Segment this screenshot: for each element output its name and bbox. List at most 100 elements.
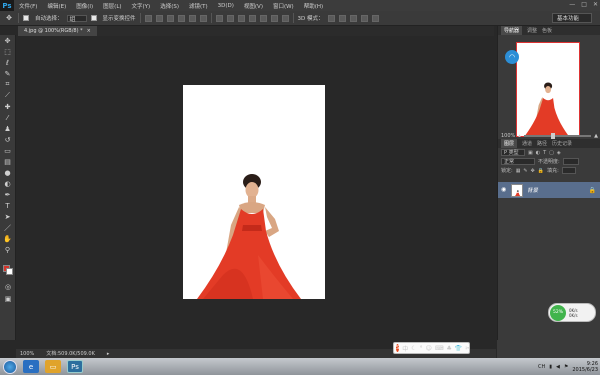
distribute-vcenter-icon[interactable] <box>226 14 234 22</box>
tab-history[interactable]: 历史记录 <box>552 140 572 147</box>
explorer-taskbar-icon[interactable]: ▭ <box>45 360 61 373</box>
filter-pixel-icon[interactable]: ▣ <box>528 150 533 156</box>
3d-rotate-icon[interactable] <box>327 14 335 22</box>
auto-select-checkbox[interactable] <box>23 15 29 21</box>
layer-name[interactable]: 背景 <box>527 186 538 194</box>
menu-file[interactable]: 文件(F) <box>14 2 42 10</box>
filter-type-icon[interactable]: T <box>543 150 546 156</box>
distribute-right-icon[interactable] <box>270 14 278 22</box>
menu-filter[interactable]: 滤镜(T) <box>184 2 213 10</box>
distribute-left-icon[interactable] <box>248 14 256 22</box>
align-vcenter-icon[interactable] <box>155 14 163 22</box>
menu-3d[interactable]: 3D(D) <box>213 3 239 9</box>
menu-type[interactable]: 文字(Y) <box>127 2 156 10</box>
3d-pan-icon[interactable] <box>349 14 357 22</box>
3d-slide-icon[interactable] <box>360 14 368 22</box>
menu-help[interactable]: 帮助(H) <box>299 2 328 10</box>
opacity-field[interactable] <box>562 158 579 165</box>
start-button[interactable] <box>3 359 17 374</box>
layer-filter-dropdown[interactable]: P 类型 <box>501 149 525 156</box>
tab-swatches[interactable]: 色板 <box>542 27 552 34</box>
filter-adjust-icon[interactable]: ◐ <box>536 150 540 156</box>
menu-select[interactable]: 选择(S) <box>155 2 184 10</box>
screen-mode-icon[interactable]: ▣ <box>3 294 13 303</box>
line-tool-icon[interactable]: ／ <box>3 223 13 232</box>
distribute-hcenter-icon[interactable] <box>259 14 267 22</box>
document-size[interactable]: 文档:509.0K/509.0K <box>46 350 95 357</box>
hand-tool-icon[interactable]: ✋ <box>3 234 13 243</box>
gradient-tool-icon[interactable]: ▤ <box>3 157 13 166</box>
background-color-swatch[interactable] <box>6 268 13 275</box>
document-canvas[interactable] <box>183 85 325 299</box>
blend-mode-dropdown[interactable]: 正常 <box>501 158 535 165</box>
ime-tools-icon[interactable]: ✂ <box>465 345 470 352</box>
crop-tool-icon[interactable]: ⌗ <box>3 80 13 89</box>
tab-channels[interactable]: 通道 <box>522 140 532 147</box>
align-hcenter-icon[interactable] <box>188 14 196 22</box>
zoom-tool-icon[interactable]: ⚲ <box>3 245 13 254</box>
3d-scale-icon[interactable] <box>371 14 379 22</box>
close-button[interactable]: ✕ <box>593 1 598 8</box>
tray-volume-icon[interactable]: ◀ <box>556 364 560 370</box>
align-bottom-icon[interactable] <box>166 14 174 22</box>
brush-tool-icon[interactable]: ⁄ <box>3 113 13 122</box>
ime-punct-icon[interactable]: ° <box>420 345 423 352</box>
status-arrow-icon[interactable]: ▸ <box>107 351 110 357</box>
auto-align-icon[interactable] <box>281 14 289 22</box>
sogou-ime-logo[interactable]: S <box>396 344 400 352</box>
menu-edit[interactable]: 编辑(E) <box>42 2 71 10</box>
fill-field[interactable] <box>561 167 576 174</box>
tab-navigator[interactable]: 导航器 <box>501 26 523 35</box>
eye-icon[interactable]: ◉ <box>501 187 507 193</box>
clock[interactable]: 9:26 2015/6/23 <box>572 361 598 373</box>
path-select-tool-icon[interactable]: ➤ <box>3 212 13 221</box>
close-tab-icon[interactable]: × <box>87 28 91 34</box>
move-tool-preset-icon[interactable]: ✥ <box>4 14 14 23</box>
filter-smart-icon[interactable]: ◈ <box>557 150 561 156</box>
ime-keyboard-icon[interactable]: ⌨ <box>435 345 444 352</box>
photoshop-taskbar-icon[interactable]: Ps <box>67 360 83 373</box>
wifi-icon[interactable]: ◠ <box>505 50 519 64</box>
eyedropper-tool-icon[interactable]: ⟋ <box>3 91 13 100</box>
quick-select-tool-icon[interactable]: ✎ <box>3 69 13 78</box>
tray-flag-icon[interactable]: ⚑ <box>564 364 568 370</box>
ime-smile-icon[interactable]: ☺ <box>426 345 432 352</box>
move-tool-icon[interactable]: ✥ <box>3 36 13 45</box>
ime-shirt-icon[interactable]: 👕 <box>455 345 462 352</box>
history-brush-tool-icon[interactable]: ↺ <box>3 135 13 144</box>
align-right-icon[interactable] <box>199 14 207 22</box>
distribute-top-icon[interactable] <box>215 14 223 22</box>
lasso-tool-icon[interactable]: ℓ <box>3 58 13 67</box>
menu-view[interactable]: 视图(V) <box>239 2 268 10</box>
network-speed-widget[interactable]: 52% 0K/s 0K/s <box>548 303 596 322</box>
healing-brush-tool-icon[interactable]: ✚ <box>3 102 13 111</box>
quick-mask-icon[interactable]: ◎ <box>3 282 13 291</box>
ime-language[interactable]: 中 <box>402 344 408 353</box>
lock-position-icon[interactable]: ✥ <box>531 168 535 174</box>
blur-tool-icon[interactable]: ● <box>3 168 13 177</box>
menu-image[interactable]: 图像(I) <box>71 2 98 10</box>
tab-paths[interactable]: 路径 <box>537 140 547 147</box>
pen-tool-icon[interactable]: ✒ <box>3 190 13 199</box>
distribute-bottom-icon[interactable] <box>237 14 245 22</box>
menu-window[interactable]: 窗口(W) <box>268 2 299 10</box>
lock-transparent-icon[interactable]: ▦ <box>516 168 521 174</box>
layer-item-background[interactable]: ◉ 背景 🔒 <box>498 182 600 198</box>
align-top-icon[interactable] <box>144 14 152 22</box>
3d-roll-icon[interactable] <box>338 14 346 22</box>
menu-layer[interactable]: 图层(L) <box>98 2 126 10</box>
zoom-level[interactable]: 100% <box>20 351 34 357</box>
maximize-button[interactable]: □ <box>581 1 587 8</box>
dodge-tool-icon[interactable]: ◐ <box>3 179 13 188</box>
tab-adjustments[interactable]: 调整 <box>527 27 537 34</box>
language-indicator[interactable]: CH <box>538 364 545 370</box>
navigator-zoom-slider[interactable] <box>523 133 592 139</box>
browser-taskbar-icon[interactable]: e <box>23 360 39 373</box>
auto-select-dropdown[interactable]: 组 <box>66 14 87 23</box>
tray-network-icon[interactable]: ▮ <box>549 364 552 370</box>
clone-stamp-tool-icon[interactable]: ♟ <box>3 124 13 133</box>
document-tab[interactable]: 4.jpg @ 100%(RGB/8) * × <box>18 26 97 36</box>
lock-image-icon[interactable]: ✎ <box>523 168 527 174</box>
navigator-preview[interactable] <box>516 42 580 137</box>
tab-layers[interactable]: 图层 <box>501 139 518 148</box>
